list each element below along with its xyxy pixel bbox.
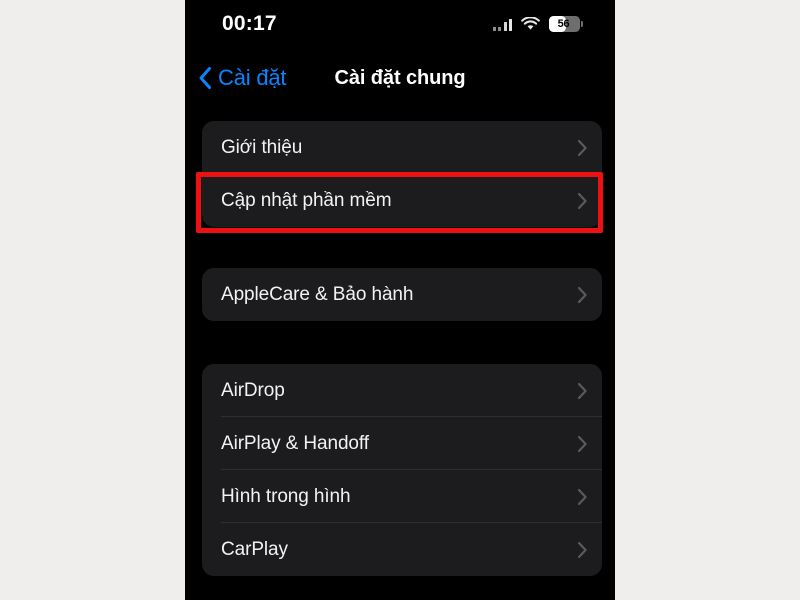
battery-icon: 56: [549, 16, 583, 32]
list-item-label: AppleCare & Bảo hành: [221, 283, 414, 305]
list-item-hinh-trong-hinh[interactable]: Hình trong hình: [202, 470, 602, 523]
chevron-right-icon: [577, 382, 588, 400]
chevron-right-icon: [577, 139, 588, 157]
settings-group-1: Giới thiệu Cập nhật phần mềm: [202, 121, 602, 227]
chevron-right-icon: [577, 541, 588, 559]
list-item-applecare-bao-hanh[interactable]: AppleCare & Bảo hành: [202, 268, 602, 321]
list-item-label: AirDrop: [221, 379, 285, 401]
list-item-label: Hình trong hình: [221, 485, 351, 507]
screenshot-root: 00:17 56 Cài đặt Cài đặt chung Giới thiệ…: [0, 0, 800, 600]
status-bar: 00:17 56: [185, 0, 615, 48]
list-item-label: AirPlay & Handoff: [221, 432, 369, 454]
chevron-left-icon: [198, 66, 212, 90]
back-button-label: Cài đặt: [218, 65, 287, 90]
list-item-carplay[interactable]: CarPlay: [202, 523, 602, 576]
settings-group-2: AppleCare & Bảo hành: [202, 268, 602, 321]
chevron-right-icon: [577, 488, 588, 506]
status-bar-indicators: 56: [492, 16, 583, 32]
battery-level-label: 56: [557, 18, 570, 30]
cellular-signal-icon: [492, 18, 512, 31]
wifi-icon: [521, 17, 540, 31]
list-item-label: Giới thiệu: [221, 136, 303, 158]
battery-cap: [581, 21, 583, 27]
list-item-gioi-thieu[interactable]: Giới thiệu: [202, 121, 602, 174]
list-item-cap-nhat-phan-mem[interactable]: Cập nhật phần mềm: [202, 174, 602, 227]
list-item-airplay-handoff[interactable]: AirPlay & Handoff: [202, 417, 602, 470]
chevron-right-icon: [577, 435, 588, 453]
navigation-bar: Cài đặt Cài đặt chung: [185, 55, 615, 101]
status-bar-time: 00:17: [222, 12, 277, 35]
list-item-label: CarPlay: [221, 538, 288, 560]
phone-screen: 00:17 56 Cài đặt Cài đặt chung Giới thiệ…: [185, 0, 615, 600]
chevron-right-icon: [577, 286, 588, 304]
chevron-right-icon: [577, 192, 588, 210]
settings-group-3: AirDrop AirPlay & Handoff Hình trong hìn…: [202, 364, 602, 576]
back-button[interactable]: Cài đặt: [195, 55, 287, 101]
list-item-airdrop[interactable]: AirDrop: [202, 364, 602, 417]
list-item-label: Cập nhật phần mềm: [221, 189, 392, 211]
